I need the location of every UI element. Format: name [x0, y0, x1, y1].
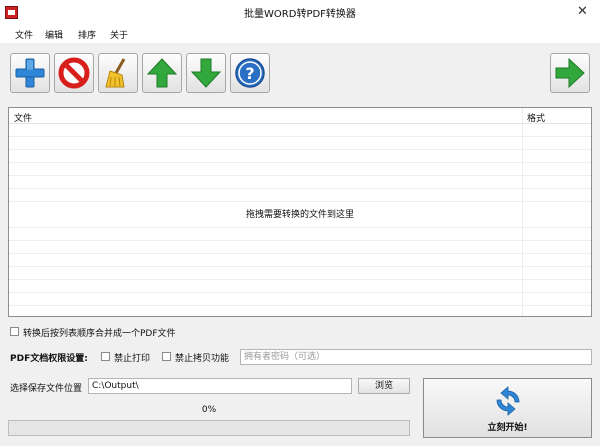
arrow-up-icon	[146, 58, 178, 88]
move-up-button[interactable]	[142, 53, 182, 93]
refresh-icon	[496, 386, 520, 416]
row-divider	[9, 162, 591, 163]
next-step-button[interactable]	[550, 53, 590, 93]
permissions-label: PDF文档权限设置:	[10, 354, 88, 364]
plus-icon	[15, 58, 45, 88]
output-location-label: 选择保存文件位置	[10, 384, 83, 394]
forbidden-icon	[58, 57, 90, 89]
column-header-format[interactable]: 格式	[527, 111, 545, 124]
menu-edit[interactable]: 编辑	[45, 28, 63, 41]
no-print-label[interactable]: 禁止打印	[114, 351, 150, 364]
arrow-down-icon	[190, 58, 222, 88]
clear-list-button[interactable]	[98, 53, 138, 93]
toolbar: ?	[0, 43, 600, 103]
progress-percent: 0%	[201, 405, 217, 415]
owner-password-input[interactable]: 拥有者密码（可选）	[240, 349, 592, 365]
arrow-right-icon	[555, 57, 585, 89]
row-divider	[9, 266, 591, 267]
row-divider	[9, 253, 591, 254]
close-button[interactable]: ✕	[575, 4, 590, 19]
no-copy-label[interactable]: 禁止拷贝功能	[175, 351, 229, 364]
broom-icon	[105, 58, 126, 88]
no-print-checkbox[interactable]	[101, 352, 110, 361]
no-copy-checkbox[interactable]	[162, 352, 171, 361]
window-title: 批量WORD转PDF转换器	[244, 9, 356, 20]
row-divider	[9, 240, 591, 241]
menu-bar: 文件 编辑 排序 关于	[0, 24, 600, 43]
help-icon: ?	[235, 58, 265, 88]
menu-file[interactable]: 文件	[15, 28, 33, 41]
row-divider	[9, 201, 591, 202]
row-divider	[9, 279, 591, 280]
title-bar: 批量WORD转PDF转换器 ✕	[0, 0, 600, 24]
row-divider	[9, 175, 591, 176]
row-divider	[9, 305, 591, 306]
browse-button[interactable]: 浏览	[358, 378, 410, 394]
output-path-input[interactable]: C:\Output\	[88, 378, 352, 394]
row-divider	[9, 149, 591, 150]
add-files-button[interactable]	[10, 53, 50, 93]
column-header-file[interactable]: 文件	[14, 111, 32, 124]
row-divider	[9, 136, 591, 137]
drop-hint-text: 拖拽需要转换的文件到这里	[245, 210, 354, 220]
menu-about[interactable]: 关于	[110, 28, 128, 41]
start-convert-button[interactable]: 立刻开始!	[423, 378, 592, 438]
merge-label[interactable]: 转换后按列表顺序合并成一个PDF文件	[23, 326, 176, 339]
move-down-button[interactable]	[186, 53, 226, 93]
progress-bar	[8, 420, 410, 436]
file-list[interactable]: 文件 格式 拖拽需要转换的文件到这里	[8, 107, 592, 317]
row-divider	[9, 227, 591, 228]
merge-checkbox[interactable]	[10, 327, 19, 336]
svg-text:?: ?	[245, 64, 254, 83]
row-divider	[9, 292, 591, 293]
start-convert-label: 立刻开始!	[487, 423, 528, 433]
help-button[interactable]: ?	[230, 53, 270, 93]
list-header: 文件 格式	[9, 108, 591, 124]
row-divider	[9, 188, 591, 189]
remove-file-button[interactable]	[54, 53, 94, 93]
menu-sort[interactable]: 排序	[78, 28, 96, 41]
